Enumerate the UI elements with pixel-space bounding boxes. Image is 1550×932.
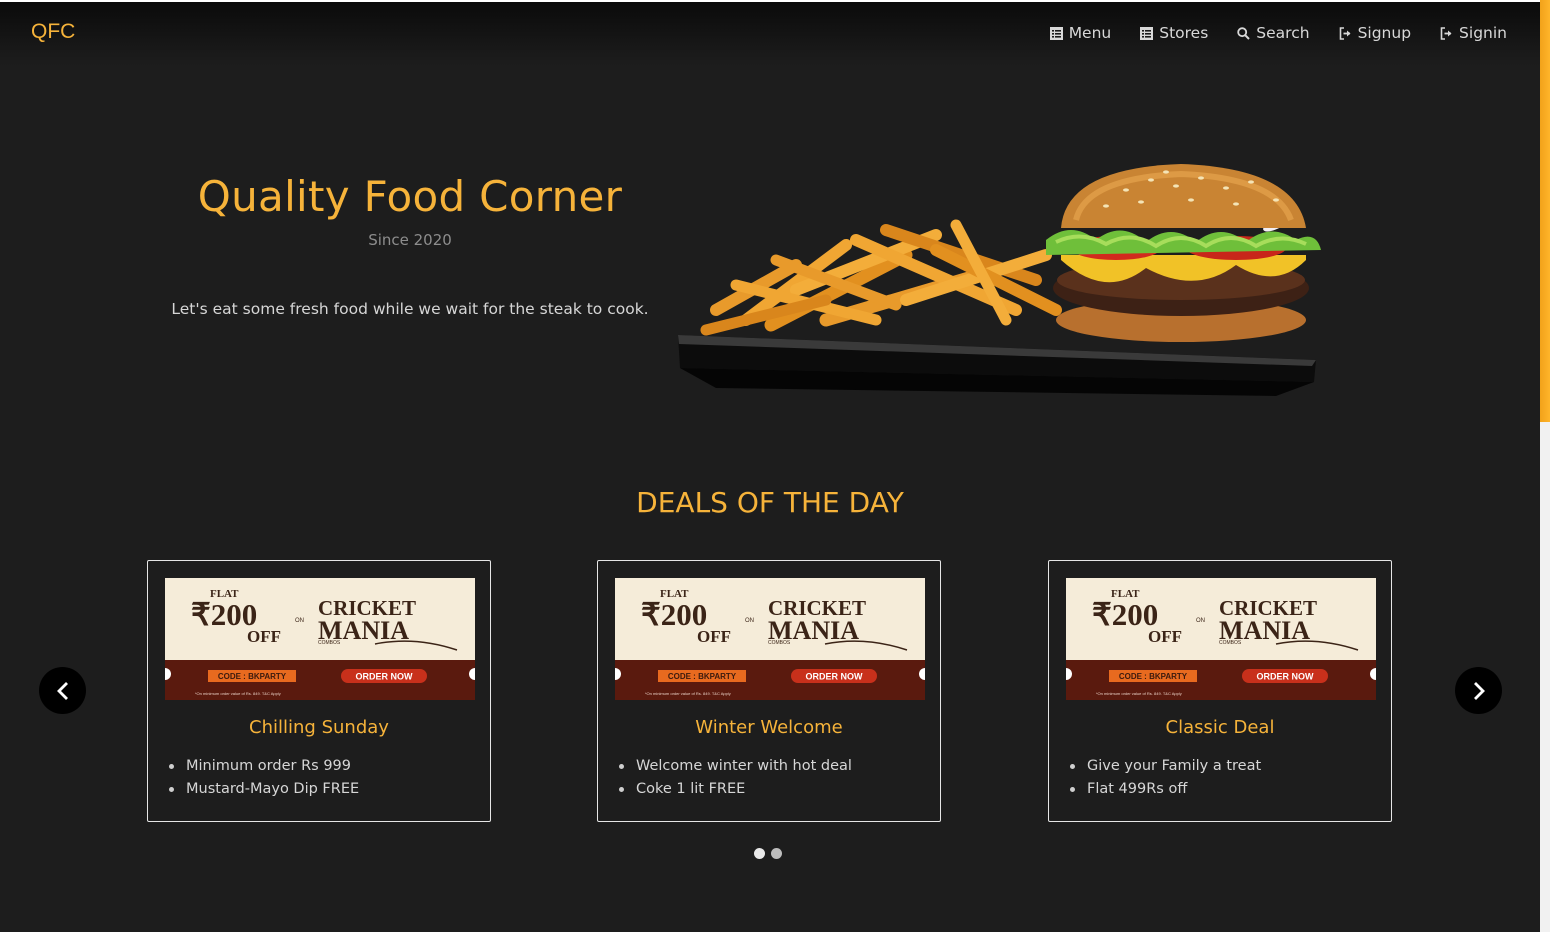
carousel-indicators (754, 848, 782, 859)
nav-link-label: Signin (1459, 24, 1507, 42)
deal-card-title: Winter Welcome (695, 717, 843, 738)
deal-card[interactable]: FLAT ₹200 ON OFF CRICKET MANIA COMBOS CO… (147, 560, 491, 822)
carousel-dot-1[interactable] (754, 848, 765, 859)
carousel-dot-2[interactable] (771, 848, 782, 859)
deal-banner-image: FLAT ₹200 ON OFF CRICKET MANIA COMBOS CO… (165, 578, 475, 700)
nav-link-label: Menu (1068, 24, 1112, 42)
brand-logo[interactable]: QFC (31, 20, 75, 44)
list-item: Flat 499Rs off (1069, 778, 1261, 801)
deal-card-list: Welcome winter with hot deal Coke 1 lit … (619, 755, 852, 801)
banner-off: OFF (247, 627, 281, 646)
banner-code: CODE : BKPARTY (218, 672, 287, 681)
hero-tagline: Let's eat some fresh food while we wait … (171, 300, 649, 318)
banner-code: CODE : BKPARTY (668, 672, 737, 681)
deals-title: DEALS OF THE DAY (636, 486, 904, 519)
nav-link-menu[interactable]: Menu (1049, 24, 1112, 42)
nav-link-signin[interactable]: Signin (1440, 24, 1507, 42)
scrollbar[interactable] (1540, 0, 1550, 932)
banner-combos: COMBOS (1219, 640, 1242, 646)
banner-fine-print: *On minimum order value of Rs. 849. T&C … (1096, 691, 1182, 696)
banner-combos: COMBOS (768, 640, 791, 646)
search-icon (1237, 26, 1251, 40)
list-item: Mustard-Mayo Dip FREE (168, 778, 359, 801)
deal-card-title: Chilling Sunday (249, 717, 389, 738)
nav-links: Menu Stores Search Signup Signin (1049, 24, 1507, 42)
banner-fine-print: *On minimum order value of Rs. 849. T&C … (195, 691, 281, 696)
list-item: Welcome winter with hot deal (619, 755, 852, 778)
deal-banner-image: FLAT ₹200 ON OFF CRICKET MANIA COMBOS CO… (1066, 578, 1376, 700)
banner-on: ON (1196, 618, 1205, 624)
banner-code: CODE : BKPARTY (1119, 672, 1188, 681)
list-item: Minimum order Rs 999 (168, 755, 359, 778)
nav-link-search[interactable]: Search (1237, 24, 1310, 42)
chevron-left-icon (56, 681, 68, 700)
hero-since: Since 2020 (368, 231, 452, 249)
nav-link-stores[interactable]: Stores (1140, 24, 1208, 42)
deal-banner-image: FLAT ₹200 ON OFF CRICKET MANIA COMBOS CO… (615, 578, 925, 700)
banner-combos: COMBOS (318, 640, 341, 646)
sign-in-icon (1339, 26, 1351, 40)
banner-order-now: ORDER NOW (1257, 672, 1315, 682)
banner-order-now: ORDER NOW (356, 672, 414, 682)
list-icon (1140, 26, 1154, 40)
nav-link-label: Search (1256, 24, 1310, 42)
scrollbar-thumb[interactable] (1540, 0, 1550, 422)
deal-card[interactable]: FLAT ₹200 ON OFF CRICKET MANIA COMBOS CO… (1048, 560, 1392, 822)
nav-link-label: Stores (1159, 24, 1209, 42)
carousel-next-button[interactable] (1455, 667, 1502, 714)
deal-card-list: Minimum order Rs 999 Mustard-Mayo Dip FR… (168, 755, 359, 801)
carousel-prev-button[interactable] (39, 667, 86, 714)
navbar: QFC Menu Stores Search Signup Signin (0, 0, 1540, 66)
chevron-right-icon (1473, 681, 1485, 700)
burger-fries-image (678, 164, 1321, 396)
banner-off: OFF (1148, 627, 1182, 646)
nav-link-label: Signup (1357, 24, 1412, 42)
hero-title: Quality Food Corner (197, 172, 623, 221)
list-item: Give your Family a treat (1069, 755, 1261, 778)
banner-fine-print: *On minimum order value of Rs. 849. T&C … (645, 691, 731, 696)
sign-in-icon (1440, 26, 1452, 40)
banner-on: ON (745, 618, 754, 624)
nav-link-signup[interactable]: Signup (1339, 24, 1411, 42)
deal-card[interactable]: FLAT ₹200 ON OFF CRICKET MANIA COMBOS CO… (597, 560, 941, 822)
deal-card-title: Classic Deal (1165, 717, 1275, 738)
list-item: Coke 1 lit FREE (619, 778, 852, 801)
page: QFC Menu Stores Search Signup Signin Qua… (0, 0, 1540, 932)
banner-on: ON (295, 618, 304, 624)
deal-card-list: Give your Family a treat Flat 499Rs off (1069, 755, 1261, 801)
list-icon (1049, 26, 1063, 40)
banner-order-now: ORDER NOW (806, 672, 864, 682)
banner-off: OFF (697, 627, 731, 646)
